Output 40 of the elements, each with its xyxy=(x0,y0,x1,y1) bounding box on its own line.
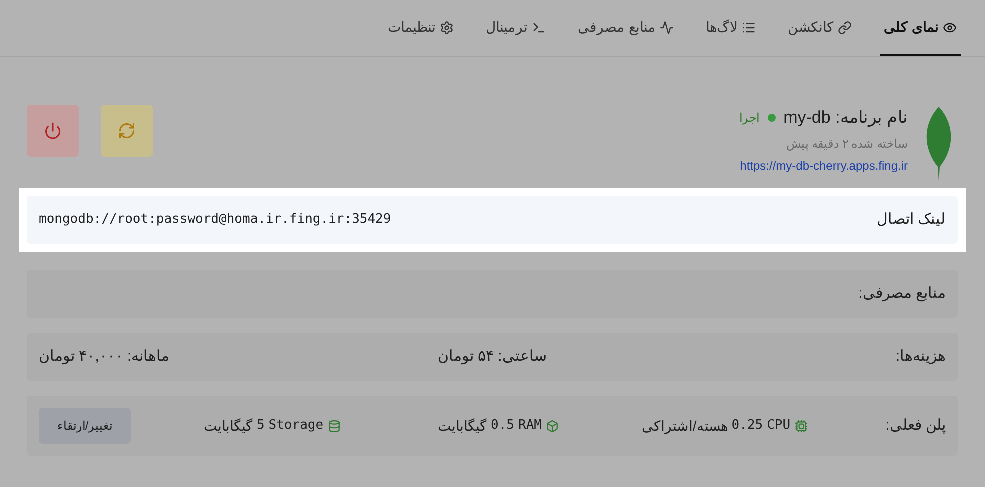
terminal-icon xyxy=(532,20,546,34)
plan-label: پلن فعلی: xyxy=(884,416,946,436)
power-button[interactable] xyxy=(27,105,79,157)
hourly-cost: ساعتی: ۵۴ تومان xyxy=(438,346,548,367)
tab[interactable]: کانکشن xyxy=(784,9,856,56)
power-icon xyxy=(44,122,62,140)
plan-resource-unit: هسته/اشتراکی xyxy=(642,416,728,436)
cube-icon xyxy=(546,420,559,432)
created-time: ساخته شده ۲ دقیقه پیش xyxy=(786,136,908,152)
tab[interactable]: نمای کلی xyxy=(880,9,961,56)
database-icon xyxy=(328,420,341,432)
tab[interactable]: لاگ‌ها xyxy=(702,9,760,56)
link-icon xyxy=(838,20,852,34)
refresh-icon xyxy=(118,122,136,140)
costs-label: هزینه‌ها: xyxy=(894,346,946,367)
plan-resource-name: RAM xyxy=(518,417,542,436)
chip-icon xyxy=(794,420,808,432)
status-text: اجرا xyxy=(740,110,760,127)
monthly-cost: ماهانه: ۴۰,۰۰۰ تومان xyxy=(39,346,171,367)
eye-icon xyxy=(943,20,957,34)
plan-resource-value: 0.5 xyxy=(491,417,514,436)
plan-resource-name: CPU xyxy=(767,417,791,436)
plan-resource-name: Storage xyxy=(268,417,324,436)
connection-string: mongodb://root:password@homa.ir.fing.ir:35429 xyxy=(39,211,392,230)
tab[interactable]: ترمینال xyxy=(482,9,550,56)
plan-resource-value: 0.25 xyxy=(732,417,764,436)
plan-resource-unit: گیگابایت xyxy=(438,416,488,436)
app-url-link[interactable]: https://my-db-cherry.apps.fing.ir xyxy=(740,156,908,174)
tab[interactable]: تنظیمات xyxy=(384,9,458,56)
plan-resource-unit: گیگابایت xyxy=(204,416,253,436)
tab[interactable]: منابع مصرفی xyxy=(574,9,678,56)
connection-label: لینک اتصال xyxy=(876,210,946,230)
settings-icon xyxy=(440,20,454,34)
plan-resource-value: 5 xyxy=(256,417,265,436)
upgrade-button[interactable]: تغییر/ارتقاء xyxy=(39,408,131,444)
list-icon xyxy=(742,20,756,34)
resources-title: منابع مصرفی: xyxy=(858,284,946,304)
pulse-icon xyxy=(660,20,674,34)
app-title: نام برنامه: my-db xyxy=(784,107,908,130)
restart-button[interactable] xyxy=(101,105,153,157)
